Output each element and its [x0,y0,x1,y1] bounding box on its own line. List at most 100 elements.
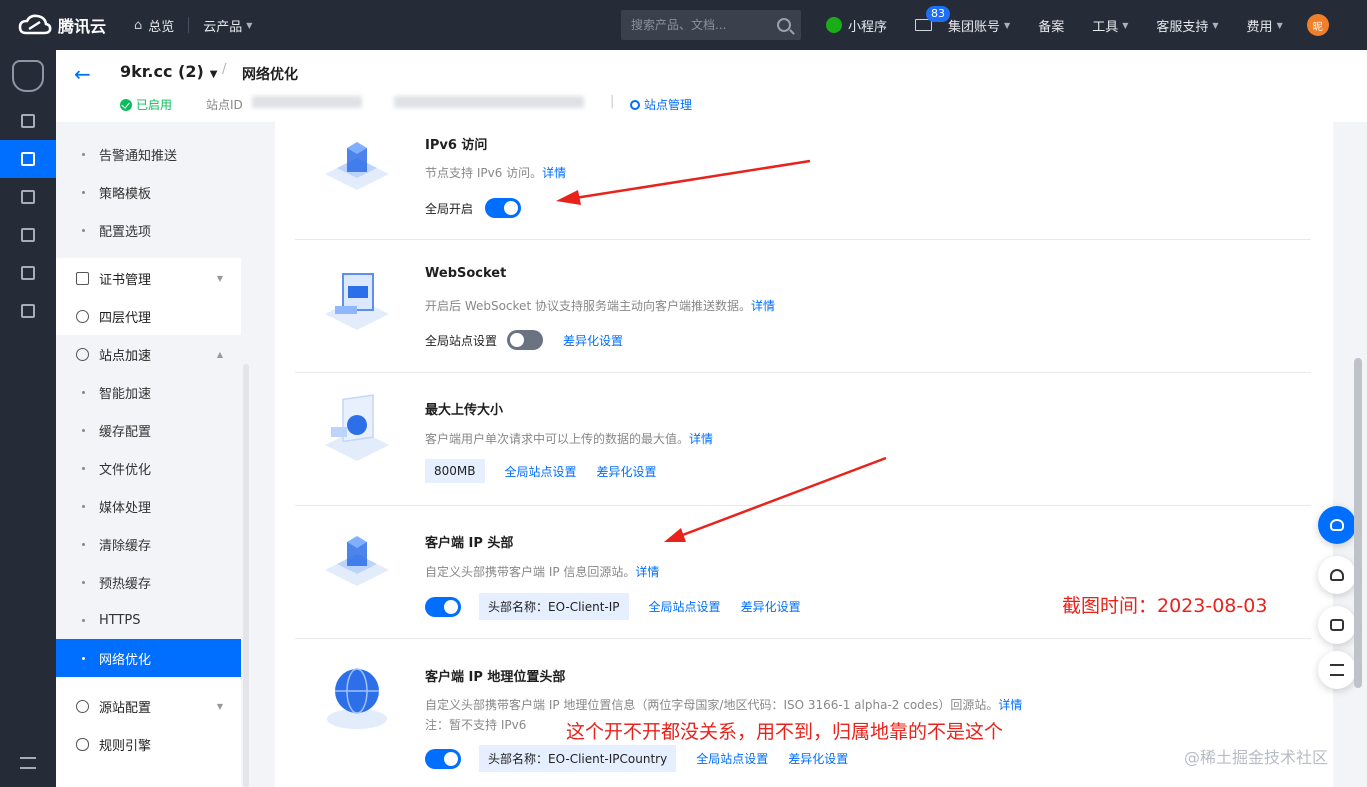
menu-item-label: 媒体处理 [99,500,152,516]
section-title: 客户端 IP 头部 [425,536,514,551]
menu-item-purge-cache[interactable]: 清除缓存 [56,525,241,563]
menu-item-rules-engine[interactable]: 规则引擎 [56,725,241,763]
menu-item-file-optimize[interactable]: 文件优化 [56,449,241,487]
collapse-menu-icon[interactable] [20,757,36,769]
section-title: 最大上传大小 [425,403,504,418]
products-label: 云产品 [203,19,243,35]
menu-item-https[interactable]: HTTPS [56,601,241,639]
diff-settings-link[interactable]: 差异化设置 [741,598,801,615]
toggle-label: 全局站点设置 [425,333,498,348]
menu-item-config-options[interactable]: 配置选项 [56,211,241,249]
ipv6-illustration [325,142,389,190]
ipv6-toggle[interactable] [485,198,522,218]
rail-settings[interactable] [0,292,56,330]
globe-illustration [327,668,387,729]
billing-menu[interactable]: 费用 ▼ [1233,0,1297,50]
overview-label: 总览 [148,19,175,35]
max-upload-section: 最大上传大小 客户端用户单次请求中可以上传的数据的最大值。详情 800MB 全局… [295,373,1311,506]
detail-link[interactable]: 详情 [635,565,659,579]
cloud-button[interactable] [1318,556,1356,594]
edgeone-shield-icon[interactable] [12,60,44,92]
products-menu[interactable]: 云产品 ▼ [189,0,266,50]
chevron-down-icon: ▼ [1212,20,1219,30]
bullet-icon [82,580,85,584]
site-management-link[interactable]: 站点管理 [630,96,692,113]
menu-item-label: HTTPS [99,612,141,628]
menu-item-label: 规则引擎 [99,738,152,754]
redacted-info [394,96,584,108]
bullet-icon [82,542,85,546]
menu-list-button[interactable] [1318,651,1356,689]
menu-item-media[interactable]: 媒体处理 [56,487,241,525]
docs-button[interactable] [1318,606,1356,644]
search-icon[interactable] [777,18,791,32]
client-geo-toggle[interactable] [425,748,461,769]
header-name-pill: 头部名称：EO-Client-IPCountry [479,745,677,772]
menu-item-cache-config[interactable]: 缓存配置 [56,411,241,449]
detail-link[interactable]: 详情 [542,166,566,180]
global-settings-link[interactable]: 全局站点设置 [649,598,721,615]
site-selector[interactable]: 9kr.cc (2) ▼ [120,62,217,81]
breadcrumb-separator: / [222,62,227,77]
rail-site-list[interactable] [0,140,56,178]
diff-settings-link[interactable]: 差异化设置 [563,332,623,349]
main-content: IPv6 访问 节点支持 IPv6 访问。详情 全局开启 WebSocket 开… [275,122,1333,787]
menu-item-alert-push[interactable]: 告警通知推送 [56,135,241,173]
watermark: @稀土掘金技术社区 [1184,748,1329,767]
diff-settings-link[interactable]: 差异化设置 [788,750,848,767]
diff-settings-link[interactable]: 差异化设置 [597,463,657,480]
detail-link[interactable]: 详情 [689,432,713,446]
rail-overview[interactable] [0,102,56,140]
menu-item-site-accel[interactable]: 站点加速 ▲ [56,335,241,373]
menu-item-prefetch[interactable]: 预热缓存 [56,563,241,601]
back-arrow-icon[interactable]: ← [74,62,91,86]
menu-item-network-optimize[interactable]: 网络优化 [56,639,241,677]
ipv6-section: IPv6 访问 节点支持 IPv6 访问。详情 全局开启 [295,122,1311,240]
beian-link[interactable]: 备案 [1024,0,1078,50]
chevron-down-icon: ▼ [246,20,253,30]
menu-item-origin[interactable]: 源站配置 ▼ [56,687,241,725]
rail-security[interactable] [0,216,56,254]
document-gear-icon [21,304,35,318]
menu-item-smart-accel[interactable]: 智能加速 [56,373,241,411]
divider: | [610,94,615,109]
menu-item-label: 预热缓存 [99,576,152,592]
product-icon-rail [0,50,56,787]
brand[interactable]: 腾讯云 [0,13,120,37]
overview-link[interactable]: ⌂ 总览 [120,0,188,50]
upload-settings-row: 800MB 全局站点设置 差异化设置 [425,459,657,483]
mini-program-link[interactable]: 小程序 [812,0,901,50]
section-description: 自定义头部携带客户端 IP 信息回源站。详情 [425,563,659,580]
websocket-toggle[interactable] [507,330,544,350]
description-text: 自定义头部携带客户端 IP 地理位置信息（两位字母国家/地区代码：ISO 316… [425,698,999,712]
global-settings-link[interactable]: 全局站点设置 [696,750,768,767]
tools-menu[interactable]: 工具 ▼ [1078,0,1142,50]
messages-button[interactable]: 83 [901,0,951,50]
detail-link[interactable]: 详情 [751,299,775,313]
billing-label: 费用 [1246,19,1273,35]
detail-link[interactable]: 详情 [998,698,1022,712]
bullet-icon [82,190,85,194]
websocket-section: WebSocket 开启后 WebSocket 协议支持服务端主动向客户端推送数… [295,240,1311,373]
bullet-icon [82,390,85,394]
message-count-badge: 83 [926,6,951,22]
search-input[interactable] [631,18,771,32]
client-ip-toggle[interactable] [425,596,461,617]
page-scrollbar[interactable] [1354,358,1362,688]
cloud-icon [1330,569,1344,581]
client-geo-settings-row: 头部名称：EO-Client-IPCountry 全局站点设置 差异化设置 [425,745,848,772]
menu-item-cert[interactable]: 证书管理 ▼ [56,259,241,297]
global-settings-link[interactable]: 全局站点设置 [505,463,577,480]
rail-monitor[interactable] [0,178,56,216]
mail-icon: 83 [915,6,951,31]
customer-service-button[interactable] [1318,506,1356,544]
status-badge: 已启用 [120,96,172,113]
support-menu[interactable]: 客服支持 ▼ [1142,0,1232,50]
rail-ip[interactable] [0,254,56,292]
avatar[interactable]: 昵 [1306,14,1329,36]
menu-item-l4-proxy[interactable]: 四层代理 [56,297,241,335]
side-menu-scrollbar[interactable] [243,364,249,787]
menu-item-policy-template[interactable]: 策略模板 [56,173,241,211]
group-account-menu[interactable]: 集团账号 ▼ [946,0,1024,50]
search-box[interactable] [621,10,801,40]
